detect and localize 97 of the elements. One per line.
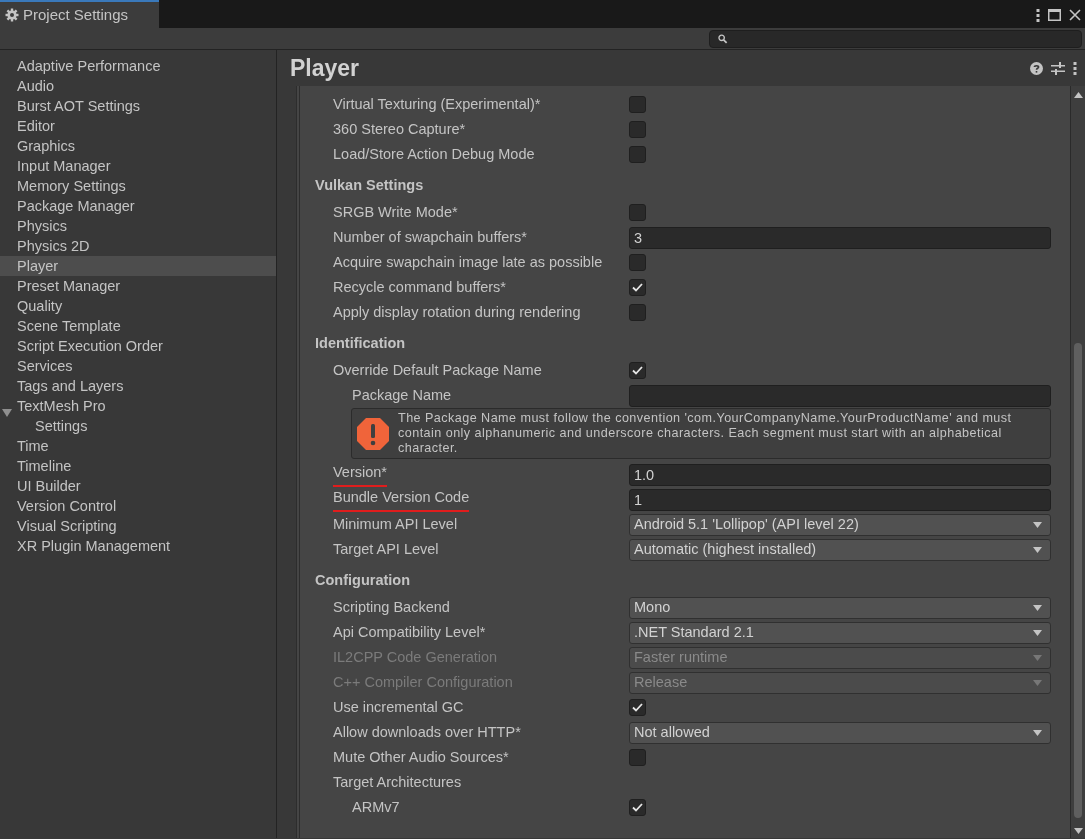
- field-label: Use incremental GC: [333, 697, 464, 717]
- help-text: The Package Name must follow the convention 'com.YourCompanyName.YourProductName' and must contain only alphanumeric and underscore characters. Each segment must start with an alphabetical character.: [398, 411, 1013, 456]
- caret-icon: [1033, 604, 1042, 611]
- sidebar-item[interactable]: Adaptive Performance: [17, 56, 276, 76]
- expanded-arrow-icon[interactable]: [2, 409, 12, 418]
- field-label: Override Default Package Name: [333, 360, 542, 380]
- sidebar-item[interactable]: Visual Scripting: [17, 516, 276, 536]
- field-label: Target API Level: [333, 539, 439, 559]
- checkbox[interactable]: [629, 96, 646, 113]
- more-icon[interactable]: [1036, 8, 1040, 22]
- check-icon: [632, 803, 643, 812]
- check-icon: [632, 283, 643, 292]
- caret-icon: [1033, 521, 1042, 528]
- sidebar-item[interactable]: Preset Manager: [17, 276, 276, 296]
- check-icon: [632, 366, 643, 375]
- text-field[interactable]: [629, 384, 1051, 407]
- text-field[interactable]: 1: [629, 488, 1051, 511]
- sidebar-item[interactable]: Quality: [17, 296, 276, 316]
- field-label: Minimum API Level: [333, 514, 458, 534]
- sidebar-item[interactable]: Physics: [17, 216, 276, 236]
- dropdown[interactable]: Android 5.1 'Lollipop' (API level 22): [629, 513, 1051, 536]
- sidebar-item[interactable]: Editor: [17, 116, 276, 136]
- sliders-icon[interactable]: [1051, 61, 1065, 75]
- checkbox[interactable]: [629, 799, 646, 816]
- help-icon[interactable]: [1030, 61, 1043, 75]
- window-tab[interactable]: Project Settings: [0, 0, 159, 28]
- field-label: Virtual Texturing (Experimental)*: [333, 94, 541, 114]
- sidebar-item[interactable]: Settings: [35, 416, 276, 436]
- section-header: Configuration: [315, 571, 411, 591]
- caret-icon: [1033, 679, 1042, 686]
- dropdown[interactable]: .NET Standard 2.1: [629, 621, 1051, 644]
- field-label: 360 Stereo Capture*: [333, 119, 466, 139]
- sidebar-item[interactable]: Version Control: [17, 496, 276, 516]
- sidebar-item[interactable]: TextMesh Pro: [17, 396, 276, 416]
- checkbox[interactable]: [629, 254, 646, 271]
- text-field[interactable]: 1.0: [629, 463, 1051, 486]
- field-label: Acquire swapchain image late as possible: [333, 252, 603, 272]
- sidebar-item[interactable]: Tags and Layers: [17, 376, 276, 396]
- sidebar-item[interactable]: Input Manager: [17, 156, 276, 176]
- sidebar-item[interactable]: Script Execution Order: [17, 336, 276, 356]
- sidebar-item[interactable]: Memory Settings: [17, 176, 276, 196]
- sidebar-item[interactable]: Services: [17, 356, 276, 376]
- maximize-icon[interactable]: [1048, 9, 1061, 21]
- caret-icon: [1033, 546, 1042, 553]
- field-label: Load/Store Action Debug Mode: [333, 144, 535, 164]
- checkbox[interactable]: [629, 304, 646, 321]
- search-field[interactable]: [709, 29, 1082, 48]
- warning-icon: [356, 416, 390, 451]
- checkbox[interactable]: [629, 279, 646, 296]
- checkbox[interactable]: [629, 362, 646, 379]
- more-icon[interactable]: [1073, 61, 1077, 75]
- dropdown[interactable]: Mono: [629, 596, 1051, 619]
- panel-title: Player: [290, 53, 360, 83]
- field-label: Api Compatibility Level*: [333, 622, 486, 642]
- sidebar-item[interactable]: Burst AOT Settings: [17, 96, 276, 116]
- scroll-up-icon[interactable]: [1073, 92, 1083, 98]
- gear-icon: [5, 8, 19, 22]
- search-icon: [718, 33, 728, 44]
- checkbox[interactable]: [629, 699, 646, 716]
- sidebar-item[interactable]: Audio: [17, 76, 276, 96]
- field-label: Target Architectures: [333, 772, 462, 792]
- caret-icon: [1033, 729, 1042, 736]
- field-label: Bundle Version Code: [333, 487, 470, 512]
- sidebar-item[interactable]: Physics 2D: [17, 236, 276, 256]
- field-label: Number of swapchain buffers*: [333, 227, 527, 247]
- checkbox[interactable]: [629, 204, 646, 221]
- field-label: Mute Other Audio Sources*: [333, 747, 509, 767]
- field-label: SRGB Write Mode*: [333, 202, 458, 222]
- sidebar-item[interactable]: Timeline: [17, 456, 276, 476]
- field-label: Recycle command buffers*: [333, 277, 506, 297]
- sidebar-item[interactable]: UI Builder: [17, 476, 276, 496]
- scroll-down-icon[interactable]: [1073, 828, 1083, 834]
- scrollbar[interactable]: [1070, 86, 1085, 838]
- dropdown[interactable]: Automatic (highest installed): [629, 538, 1051, 561]
- field-label: ARMv7: [352, 797, 400, 817]
- field-label: Scripting Backend: [333, 597, 450, 617]
- sidebar-item[interactable]: Time: [17, 436, 276, 456]
- sidebar-item[interactable]: Graphics: [17, 136, 276, 156]
- field-label: Allow downloads over HTTP*: [333, 722, 521, 742]
- checkbox[interactable]: [629, 749, 646, 766]
- window-title: Project Settings: [23, 4, 129, 25]
- checkbox[interactable]: [629, 121, 646, 138]
- dropdown[interactable]: Not allowed: [629, 721, 1051, 744]
- sidebar-item[interactable]: Package Manager: [17, 196, 276, 216]
- check-icon: [632, 703, 643, 712]
- checkbox[interactable]: [629, 146, 646, 163]
- close-icon[interactable]: [1069, 9, 1081, 21]
- section-header: Vulkan Settings: [315, 176, 424, 196]
- sidebar-item[interactable]: Scene Template: [17, 316, 276, 336]
- field-label: Package Name: [352, 385, 452, 405]
- text-field[interactable]: 3: [629, 226, 1051, 249]
- field-label: Apply display rotation during rendering: [333, 302, 581, 322]
- section-header: Identification: [315, 334, 406, 354]
- sidebar-item[interactable]: XR Plugin Management: [17, 536, 276, 556]
- caret-icon: [1033, 629, 1042, 636]
- field-label: Version*: [333, 462, 387, 487]
- caret-icon: [1033, 654, 1042, 661]
